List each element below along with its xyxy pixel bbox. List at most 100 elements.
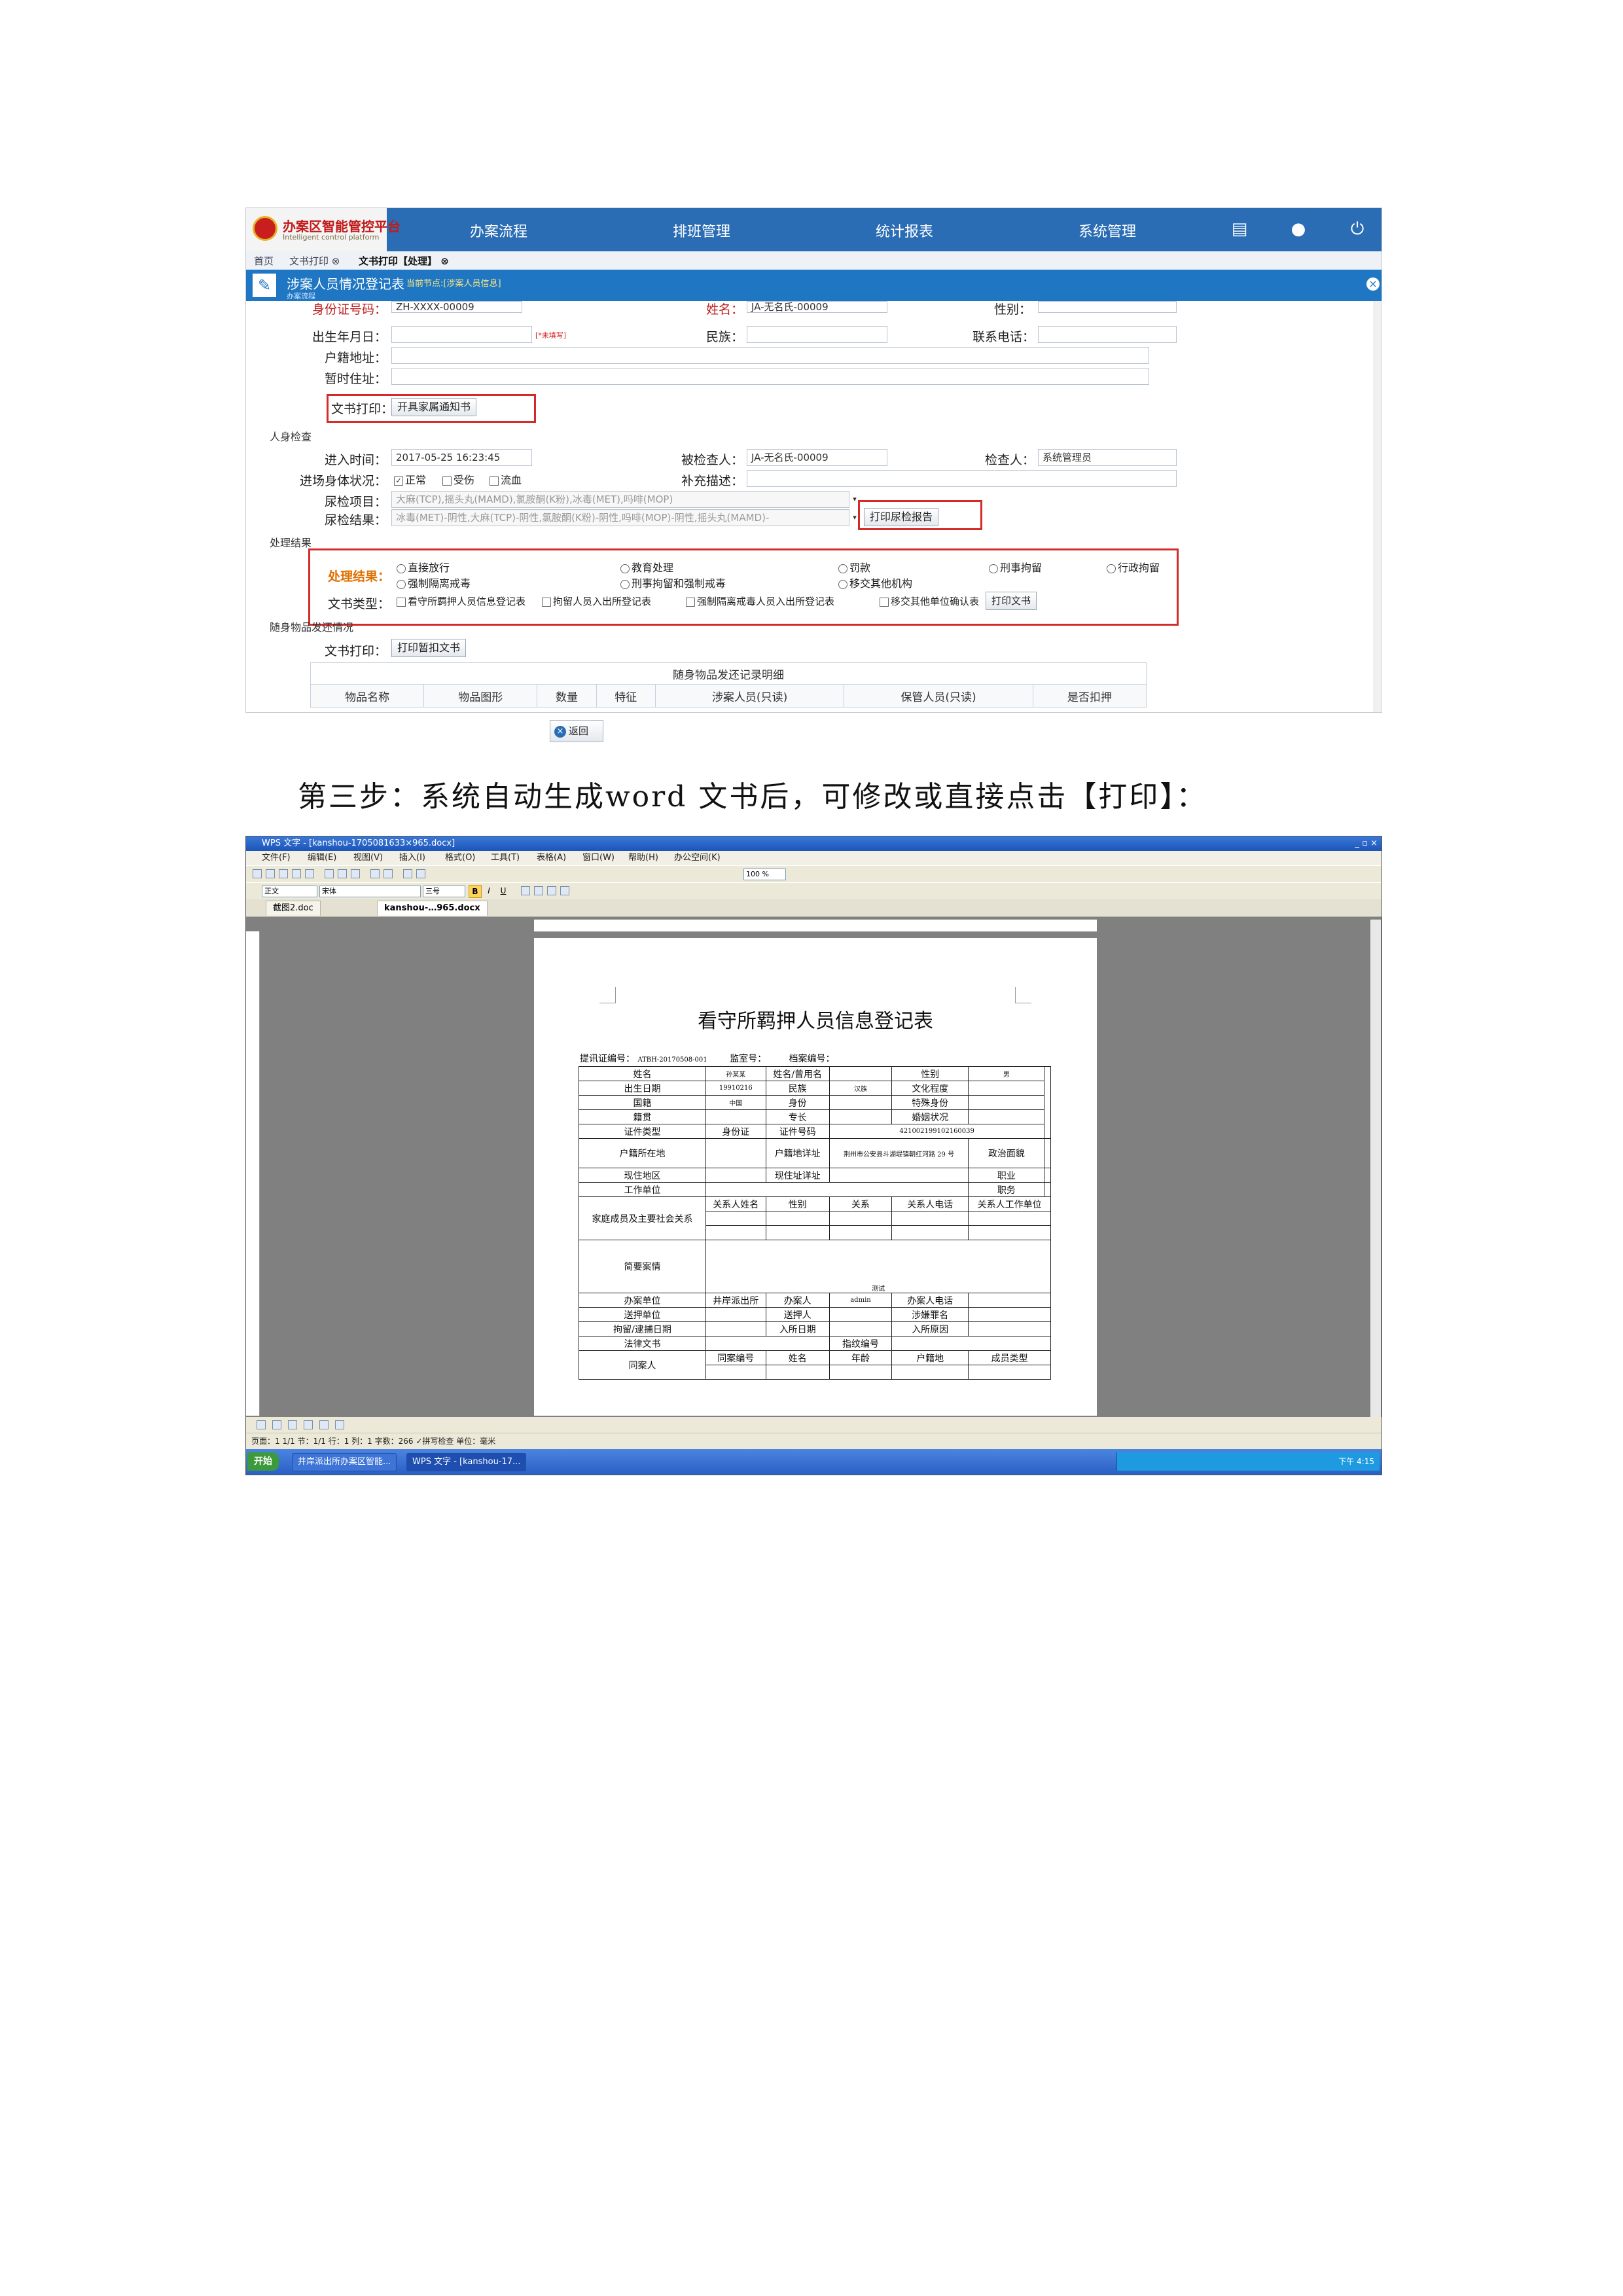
menu-table[interactable]: 表格(A) — [537, 851, 566, 865]
task-wps[interactable]: WPS 文字 - [kanshou-17... — [406, 1453, 527, 1471]
radio-icon[interactable] — [1107, 564, 1116, 573]
result-criminal-and-rehab[interactable]: 刑事拘留和强制戒毒 — [620, 575, 726, 590]
radio-icon[interactable] — [838, 564, 847, 573]
underline-icon[interactable]: U — [497, 885, 509, 897]
save-icon[interactable] — [279, 869, 288, 878]
nav-system[interactable]: 系统管理 — [1079, 220, 1136, 241]
menu-tools[interactable]: 工具(T) — [491, 851, 520, 865]
radio-icon[interactable] — [620, 564, 630, 573]
print-seizure-button[interactable]: 打印暂扣文书 — [391, 639, 467, 657]
doc-tab-screenshot[interactable]: 截图2.doc — [266, 901, 321, 916]
tab-doc-print-process[interactable]: 文书打印【处理】 ⊗ — [359, 254, 449, 268]
rectangle-icon[interactable] — [319, 1420, 329, 1429]
radio-icon[interactable] — [989, 564, 998, 573]
nav-case-flow[interactable]: 办案流程 — [470, 220, 527, 241]
new-doc-icon[interactable] — [253, 869, 262, 878]
menu-file[interactable]: 文件(F) — [262, 851, 291, 865]
cut-icon[interactable] — [325, 869, 334, 878]
task-browser[interactable]: 井岸派出所办案区智能... — [292, 1453, 397, 1471]
name-input[interactable]: JA-无名氏-00009 — [747, 301, 887, 313]
urine-result-select[interactable]: 冰毒(MET)-阴性,大麻(TCP)-阴性,氯胺酮(K粉)-阴性,吗啡(MOP)… — [391, 509, 849, 526]
doctype-rehab-register[interactable]: 强制隔离戒毒人员入出所登记表 — [686, 594, 834, 608]
examinee-input[interactable]: JA-无名氏-00009 — [747, 449, 887, 466]
tab-doc-print[interactable]: 文书打印 ⊗ — [289, 254, 340, 268]
preview-icon[interactable] — [305, 869, 314, 878]
style-select[interactable]: 正文 — [262, 886, 317, 897]
doc-tab-kanshou[interactable]: kanshou-…965.docx — [377, 901, 488, 916]
window-controls[interactable]: _ ▫ × — [1355, 836, 1378, 851]
open-icon[interactable] — [266, 869, 275, 878]
vertical-scrollbar[interactable] — [1370, 920, 1381, 1417]
menu-view[interactable]: 视图(V) — [353, 851, 383, 865]
checkbox-icon[interactable] — [442, 476, 452, 486]
result-education[interactable]: 教育处理 — [620, 559, 673, 575]
font-select[interactable]: 宋体 — [319, 886, 421, 897]
radio-icon[interactable] — [838, 579, 847, 589]
size-select[interactable]: 三号 — [423, 886, 465, 897]
radio-icon[interactable] — [620, 579, 630, 589]
condition-bleeding[interactable]: 流血 — [490, 471, 522, 487]
checkbox-icon[interactable] — [686, 597, 695, 607]
family-notice-button[interactable]: 开具家属通知书 — [391, 398, 477, 416]
menu-insert[interactable]: 插入(I) — [399, 851, 425, 865]
back-button[interactable]: × 返回 — [550, 720, 603, 742]
condition-injured[interactable]: 受伤 — [442, 471, 474, 487]
extra-desc-input[interactable] — [747, 470, 1177, 487]
tab-home[interactable]: 首页 — [254, 254, 274, 268]
birth-input[interactable] — [391, 326, 532, 343]
align-center-icon[interactable] — [534, 886, 543, 895]
menu-window[interactable]: 窗口(W) — [582, 851, 615, 865]
redo-icon[interactable] — [383, 869, 393, 878]
close-icon[interactable]: × — [1366, 278, 1380, 291]
vertical-ruler[interactable] — [246, 931, 260, 1416]
nav-statistics[interactable]: 统计报表 — [876, 220, 933, 241]
ethnic-input[interactable] — [747, 326, 887, 343]
result-forced-rehab[interactable]: 强制隔离戒毒 — [397, 575, 471, 590]
condition-normal[interactable]: ✓ 正常 — [394, 471, 426, 487]
power-icon[interactable]: ⏻ — [1346, 217, 1369, 241]
align-left-icon[interactable] — [521, 886, 530, 895]
copy-icon[interactable] — [338, 869, 347, 878]
line-icon[interactable] — [288, 1420, 297, 1429]
result-transfer[interactable]: 移交其他机构 — [838, 575, 912, 590]
justify-icon[interactable] — [560, 886, 569, 895]
start-button[interactable]: 开始 — [247, 1452, 279, 1471]
radio-icon[interactable] — [397, 579, 406, 589]
gender-input[interactable] — [1038, 301, 1177, 313]
result-fine[interactable]: 罚款 — [838, 559, 870, 575]
print-icon[interactable] — [292, 869, 301, 878]
phone-input[interactable] — [1038, 326, 1177, 343]
list-icon[interactable]: ▤ — [1228, 217, 1251, 241]
draw-icon[interactable] — [257, 1420, 266, 1429]
checkbox-icon[interactable] — [880, 597, 889, 607]
menu-format[interactable]: 格式(O) — [445, 851, 475, 865]
checkbox-icon[interactable] — [490, 476, 499, 486]
result-criminal-detention[interactable]: 刑事拘留 — [989, 559, 1042, 575]
undo-icon[interactable] — [370, 869, 380, 878]
menu-help[interactable]: 帮助(H) — [628, 851, 658, 865]
checkbox-icon[interactable]: ✓ — [394, 476, 403, 486]
checkbox-icon[interactable] — [542, 597, 551, 607]
radio-icon[interactable] — [397, 564, 406, 573]
menu-edit[interactable]: 编辑(E) — [308, 851, 336, 865]
horizontal-ruler[interactable] — [534, 920, 1097, 932]
result-release[interactable]: 直接放行 — [397, 559, 450, 575]
doctype-transfer-confirm[interactable]: 移交其他单位确认表 — [880, 594, 979, 608]
urine-report-button[interactable]: 打印尿检报告 — [864, 508, 939, 526]
align-right-icon[interactable] — [547, 886, 556, 895]
menu-office[interactable]: 办公空间(K) — [674, 851, 721, 865]
table-icon[interactable] — [403, 869, 412, 878]
oval-icon[interactable] — [335, 1420, 344, 1429]
doctype-detention-register[interactable]: 看守所羁押人员信息登记表 — [397, 594, 526, 608]
bold-icon[interactable]: B — [469, 885, 482, 898]
zoom-select[interactable]: 100 % — [743, 869, 786, 880]
temp-address-input[interactable] — [391, 368, 1149, 385]
scrollbar[interactable] — [1373, 301, 1381, 712]
checkbox-icon[interactable] — [397, 597, 406, 607]
nav-schedule[interactable]: 排班管理 — [673, 220, 730, 241]
result-admin-detention[interactable]: 行政拘留 — [1107, 559, 1160, 575]
select-icon[interactable] — [272, 1420, 281, 1429]
entry-time-input[interactable]: 2017-05-25 16:23:45 — [391, 449, 532, 466]
arrow-icon[interactable] — [304, 1420, 313, 1429]
italic-icon[interactable]: I — [483, 885, 495, 897]
